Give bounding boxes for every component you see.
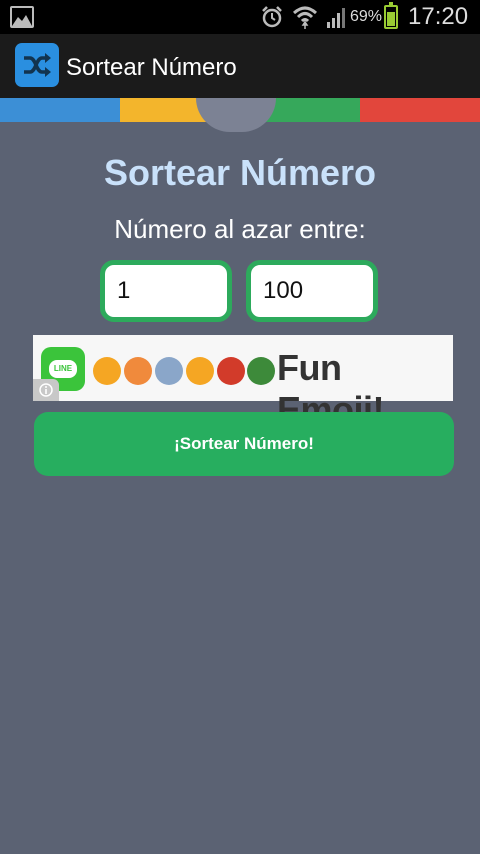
battery-percent: 69% [350, 8, 383, 25]
wifi-icon [292, 6, 318, 29]
battery-fill [387, 12, 395, 26]
range-prompt: Número al azar entre: [114, 214, 366, 244]
max-number-input[interactable] [246, 260, 378, 322]
info-icon[interactable] [33, 379, 59, 401]
status-clock: 17:20 [408, 3, 469, 30]
stripe-red [360, 98, 480, 122]
emoji-icon [217, 357, 245, 385]
line-logo-text: LINE [49, 360, 77, 378]
emoji-icon [124, 357, 152, 385]
battery-icon [384, 2, 398, 29]
emoji-icon [186, 357, 214, 385]
min-number-input[interactable] [100, 260, 232, 322]
signal-icon [327, 8, 345, 28]
status-bar: 69% 17:20 [0, 0, 480, 34]
action-bar-title: Sortear Número [66, 54, 237, 81]
ad-banner[interactable]: LINE Fun Emoji! [33, 335, 453, 430]
page-title: Sortear Número [103, 152, 377, 193]
gallery-icon [10, 6, 34, 28]
draw-number-button[interactable]: ¡Sortear Número! [34, 412, 454, 476]
emoji-icon [247, 357, 275, 385]
emoji-icon [93, 357, 121, 385]
emoji-icon [155, 357, 183, 385]
shuffle-icon[interactable] [15, 43, 59, 87]
tab-notch [196, 98, 276, 132]
alarm-icon [262, 6, 282, 28]
stripe-blue [0, 98, 120, 122]
action-bar: Sortear Número [0, 34, 480, 98]
